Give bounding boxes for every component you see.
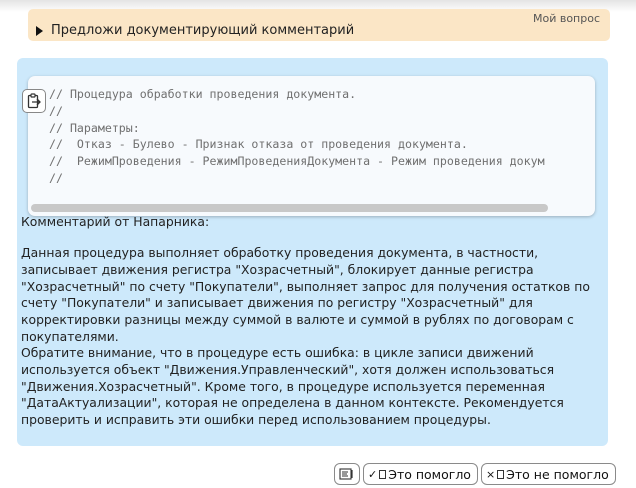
comment-heading: Комментарий от Напарника: — [21, 214, 210, 229]
insert-button[interactable] — [334, 463, 360, 485]
helped-label: Это помогло — [388, 466, 471, 482]
not-helped-label: Это не помогло — [506, 466, 609, 482]
copy-code-button[interactable] — [22, 89, 46, 113]
question-text: Предложи документирующий комментарий — [51, 23, 355, 38]
code-text: // Процедура обработки проведения докуме… — [49, 87, 545, 185]
not-helped-button[interactable]: × Это не помогло — [480, 463, 616, 485]
insert-doc-icon — [339, 468, 353, 480]
user-question[interactable]: Мой вопрос Предложи документирующий комм… — [28, 9, 610, 41]
square-icon — [497, 469, 505, 479]
answer-paragraph-2: Обратите внимание, что в процедуре есть … — [21, 345, 564, 428]
horizontal-scrollbar[interactable] — [31, 204, 548, 212]
assistant-answer: // Процедура обработки проведения докуме… — [17, 58, 608, 446]
square-icon — [379, 469, 387, 479]
code-block: // Процедура обработки проведения докуме… — [28, 76, 595, 216]
check-icon: ✓ — [368, 467, 378, 481]
triangle-right-icon[interactable] — [36, 25, 43, 36]
cross-icon: × — [485, 467, 496, 481]
feedback-bar: ✓ Это помогло × Это не помогло — [334, 461, 619, 487]
clipboard-icon — [27, 93, 41, 109]
question-row[interactable]: Предложи документирующий комментарий — [36, 23, 354, 38]
my-question-badge: Мой вопрос — [532, 12, 600, 25]
answer-paragraph-1: Данная процедура выполняет обработку про… — [21, 245, 590, 344]
helped-button[interactable]: ✓ Это помогло — [363, 463, 478, 485]
